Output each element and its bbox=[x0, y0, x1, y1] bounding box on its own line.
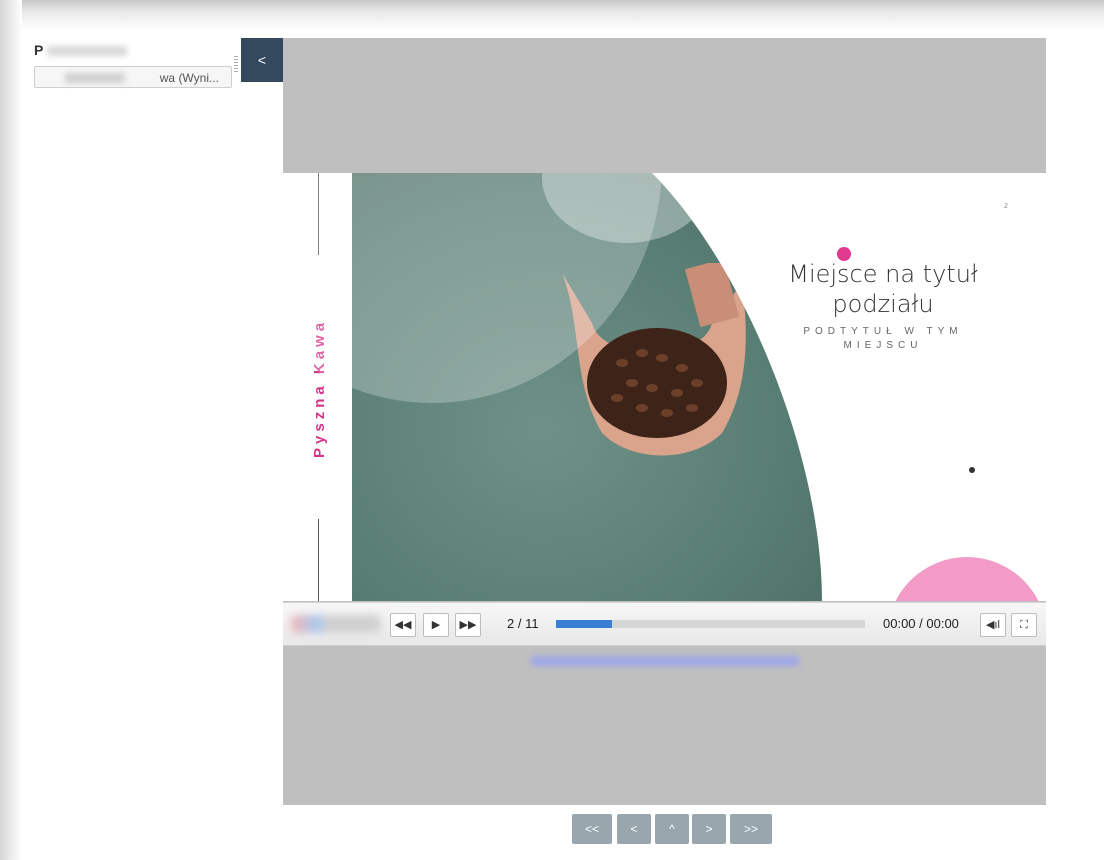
decorative-dot bbox=[969, 467, 975, 473]
time-display: 00:00 / 00:00 bbox=[883, 616, 959, 631]
volume-icon: ◀ıl bbox=[986, 619, 1000, 631]
presentation-viewer: Pyszna Kawa Miejsce na tytuł podziału PO… bbox=[283, 38, 1046, 805]
window-top-shadow bbox=[0, 0, 1104, 30]
collapse-sidebar-button[interactable]: < bbox=[241, 38, 283, 82]
slide-page-marker: 2 bbox=[1004, 203, 1008, 210]
presentation-select-value: wa (Wyni... bbox=[159, 71, 219, 85]
slide-counter: 2 / 11 bbox=[507, 616, 539, 631]
fast-forward-icon: ▶▶ bbox=[459, 619, 477, 631]
redacted-text bbox=[47, 46, 128, 57]
previous-slide-button[interactable]: < bbox=[617, 814, 651, 844]
play-icon: ▶ bbox=[431, 619, 441, 631]
progress-fill bbox=[556, 620, 612, 628]
fast-forward-button[interactable]: ▶▶ bbox=[455, 613, 481, 637]
last-slide-button[interactable]: >> bbox=[730, 814, 772, 844]
rewind-button[interactable]: ◀◀ bbox=[390, 613, 416, 637]
rewind-icon: ◀◀ bbox=[394, 619, 412, 631]
fullscreen-button[interactable]: ⛶ bbox=[1011, 613, 1037, 637]
redacted-link[interactable] bbox=[531, 656, 799, 666]
slide-title: Miejsce na tytuł podziału bbox=[788, 260, 978, 318]
slide-subtitle: PODTYTUŁ W TYM MIEJSCU bbox=[803, 326, 963, 351]
divider-line-bottom bbox=[318, 519, 319, 601]
play-button[interactable]: ▶ bbox=[423, 613, 449, 637]
photo-arc-mask bbox=[652, 173, 1046, 601]
redacted-logo bbox=[291, 615, 381, 633]
presentation-select[interactable]: wa (Wyni... bbox=[34, 66, 232, 88]
window-left-shadow bbox=[0, 0, 22, 860]
up-button[interactable]: ^ bbox=[655, 814, 689, 844]
sidebar-title-text: P bbox=[34, 42, 44, 58]
slide: Pyszna Kawa Miejsce na tytuł podziału PO… bbox=[283, 173, 1046, 601]
next-slide-button[interactable]: > bbox=[692, 814, 726, 844]
player-controls: ◀◀ ▶ ▶▶ 2 / 11 00:00 / 00:00 ◀ıl ⛶ bbox=[283, 602, 1046, 646]
volume-button[interactable]: ◀ıl bbox=[980, 613, 1006, 637]
resize-handle[interactable] bbox=[234, 56, 238, 72]
fullscreen-icon: ⛶ bbox=[1020, 619, 1028, 631]
first-slide-button[interactable]: << bbox=[572, 814, 612, 844]
sidebar: P wa (Wyni... bbox=[22, 30, 242, 860]
progress-bar[interactable] bbox=[556, 620, 865, 628]
redacted-text bbox=[65, 73, 125, 83]
sidebar-title: P bbox=[34, 42, 128, 58]
